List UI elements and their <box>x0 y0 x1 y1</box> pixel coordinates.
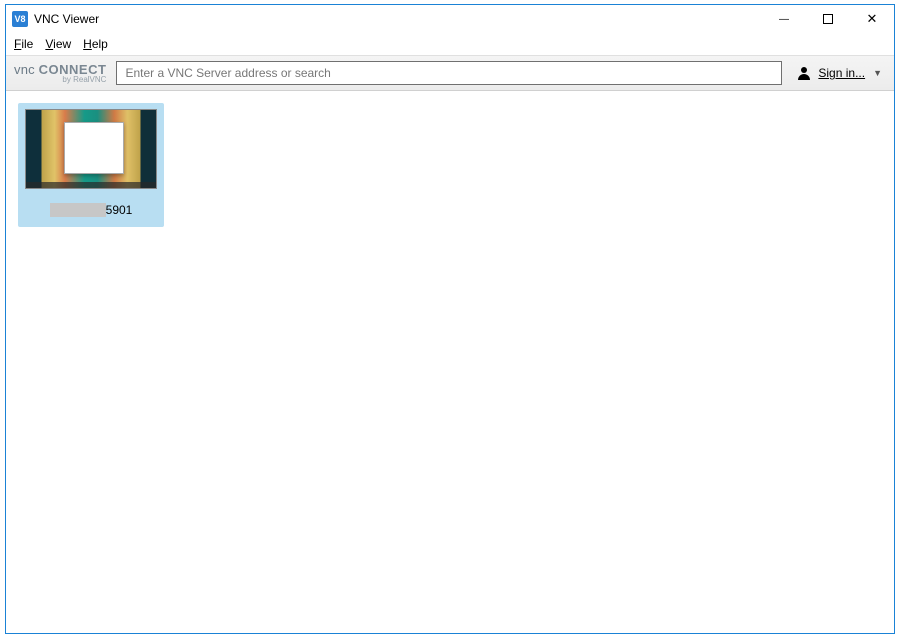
chevron-down-icon: ▼ <box>873 68 882 78</box>
application-window: V8 VNC Viewer — ✕ File View Help vnc CON… <box>5 4 895 634</box>
signin-button[interactable]: Sign in... ▼ <box>792 65 886 81</box>
menubar: File View Help <box>6 33 894 55</box>
maximize-icon <box>823 14 833 24</box>
menu-help[interactable]: Help <box>83 37 108 51</box>
connection-tile[interactable]: 5901 <box>18 103 164 227</box>
brand-subtext: by RealVNC <box>14 76 106 84</box>
toolbar: vnc CONNECT by RealVNC Sign in... ▼ <box>6 55 894 91</box>
titlebar[interactable]: V8 VNC Viewer — ✕ <box>6 5 894 33</box>
window-title: VNC Viewer <box>34 12 762 26</box>
maximize-button[interactable] <box>806 5 850 33</box>
connection-label: 5901 <box>50 203 133 217</box>
minimize-button[interactable]: — <box>762 5 806 33</box>
signin-label: Sign in... <box>818 66 865 80</box>
menu-file[interactable]: File <box>14 37 33 51</box>
window-controls: — ✕ <box>762 5 894 33</box>
address-input[interactable] <box>116 61 782 85</box>
brand-logo: vnc CONNECT by RealVNC <box>14 63 106 84</box>
app-icon: V8 <box>12 11 28 27</box>
redacted-host <box>50 203 106 217</box>
connection-port: 5901 <box>106 203 133 217</box>
brand-text-vnc: vnc <box>14 62 39 77</box>
menu-view[interactable]: View <box>45 37 71 51</box>
user-icon <box>796 65 812 81</box>
connections-panel: 5901 <box>6 91 894 633</box>
close-button[interactable]: ✕ <box>850 5 894 33</box>
connection-thumbnail <box>25 109 157 189</box>
